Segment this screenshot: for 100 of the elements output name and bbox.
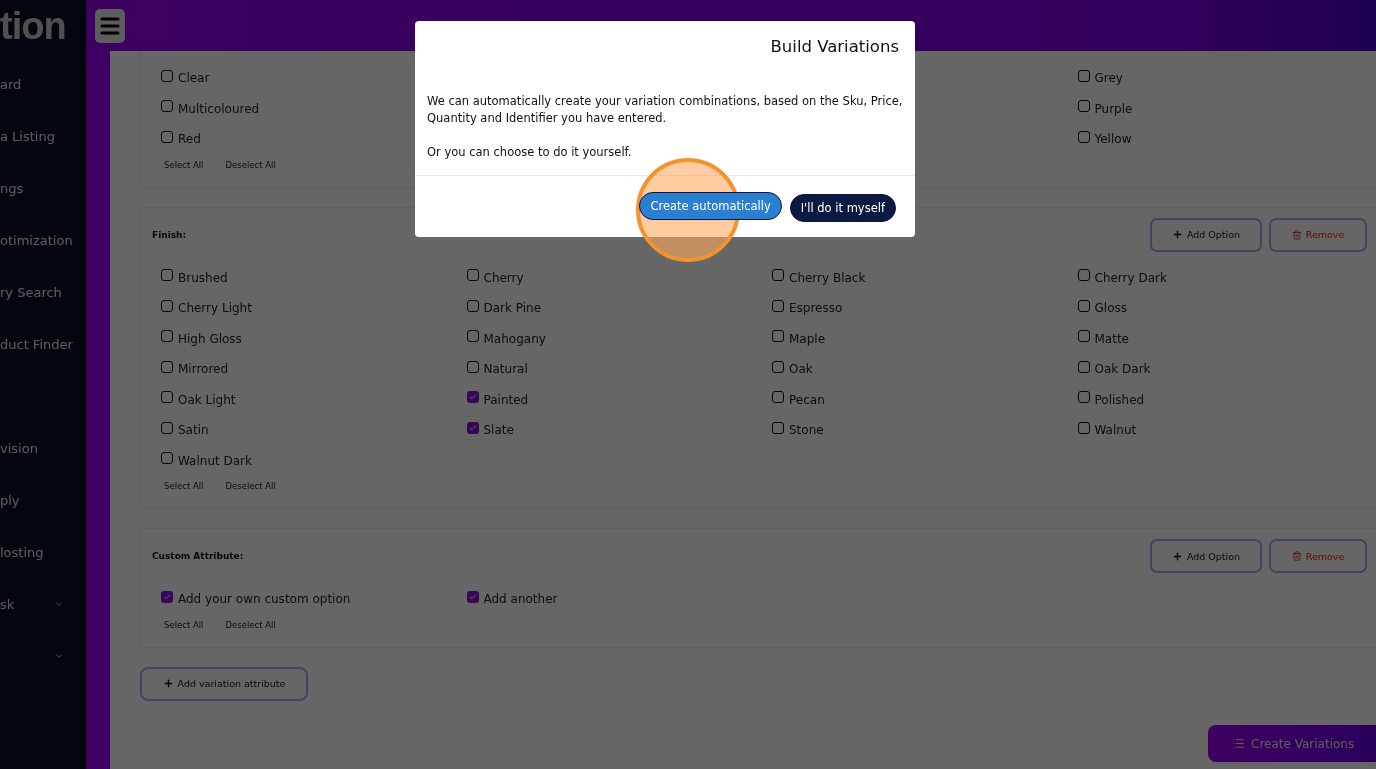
checkbox[interactable] (772, 360, 784, 373)
option-label: Cherry Black (789, 270, 866, 285)
checkbox[interactable] (161, 299, 173, 312)
sidebar-item[interactable]: ply (0, 492, 20, 508)
checkbox[interactable] (161, 100, 173, 113)
checkbox[interactable] (466, 590, 479, 603)
dialog-text: We can automatically create your variation combinations, based on the Sku, Price, Quantity and Identifier you have entered. (427, 93, 903, 127)
checkbox[interactable] (161, 421, 173, 434)
checkbox[interactable] (1077, 100, 1090, 113)
attribute-title: Custom Attribute: (152, 551, 244, 561)
sidebar-item[interactable]: sk (0, 596, 15, 612)
checkbox[interactable] (1077, 330, 1090, 343)
checkbox[interactable] (161, 452, 173, 465)
checkbox[interactable] (161, 269, 173, 282)
dialog-title: Build Variations (769, 36, 900, 58)
option-label: Grey (1094, 71, 1123, 86)
trash-icon (1291, 551, 1302, 561)
option-label: Maple (789, 331, 826, 346)
checkbox[interactable] (772, 299, 784, 312)
checkbox[interactable] (466, 391, 479, 404)
checkbox[interactable] (1077, 69, 1090, 82)
checkbox[interactable] (466, 299, 479, 312)
sidebar-item[interactable]: ard (0, 76, 22, 92)
add-option-button[interactable]: Add Option (1150, 539, 1262, 573)
plus-icon (162, 678, 174, 689)
deselect-all-link[interactable]: Deselect All (225, 619, 276, 630)
option-label: Polished (1094, 392, 1145, 407)
checkbox[interactable] (466, 360, 479, 373)
option-label: Red (178, 132, 201, 147)
option-label: Oak (789, 362, 813, 377)
dialog-text: Or you can choose to do it yourself. (427, 144, 633, 161)
list-icon (1232, 737, 1245, 750)
checkbox[interactable] (1077, 269, 1090, 282)
checkbox[interactable] (161, 69, 173, 82)
option-label: Walnut (1094, 423, 1137, 438)
option-label: Brushed (178, 270, 228, 285)
option-label: Add another (483, 592, 558, 607)
dialog-button[interactable]: I'll do it myself (789, 194, 896, 222)
checkbox[interactable] (1077, 421, 1090, 434)
option-label: Gloss (1094, 301, 1127, 316)
trash-icon (1291, 229, 1302, 240)
sidebar-item[interactable]: duct Finder (0, 336, 73, 352)
option-label: Cherry (483, 270, 524, 285)
sidebar-item[interactable]: a Listing (0, 128, 55, 144)
checkbox[interactable] (1077, 360, 1090, 373)
checkbox[interactable] (466, 330, 479, 343)
checkbox[interactable] (772, 330, 784, 343)
remove-button[interactable]: Remove (1269, 217, 1367, 252)
checkbox[interactable] (1077, 130, 1090, 143)
checkbox[interactable] (161, 130, 173, 143)
option-label: Stone (789, 423, 824, 438)
option-label: Pecan (789, 392, 825, 407)
menu-button[interactable] (95, 8, 125, 43)
option-label: Multicoloured (178, 101, 260, 116)
checkbox[interactable] (1077, 391, 1090, 404)
check-icon (468, 423, 477, 432)
checkbox[interactable] (772, 269, 784, 282)
deselect-all-link[interactable]: Deselect All (225, 159, 276, 170)
deselect-all-link[interactable]: Deselect All (225, 481, 276, 491)
create-variations-button[interactable]: Create Variations (1208, 725, 1376, 762)
checkbox[interactable] (466, 269, 479, 282)
select-all-link[interactable]: Select All (164, 159, 204, 170)
option-label: Walnut Dark (178, 453, 252, 468)
add-option-button[interactable]: Add Option (1150, 217, 1262, 252)
checkbox[interactable] (772, 421, 784, 434)
option-label: Purple (1094, 101, 1133, 116)
option-label: Slate (483, 423, 514, 438)
sidebar-item[interactable]: vision (0, 440, 38, 456)
checkbox[interactable] (1077, 299, 1090, 312)
plus-icon (1171, 550, 1183, 562)
option-label: Yellow (1094, 132, 1132, 147)
remove-button[interactable]: Remove (1269, 539, 1367, 573)
add-variation-attribute-button[interactable]: Add variation attribute (140, 666, 308, 701)
plus-icon (1171, 229, 1183, 240)
sidebar-item[interactable]: losting (0, 544, 44, 560)
option-label: Mirrored (178, 362, 229, 377)
logo: tion (0, 4, 66, 49)
check-icon (468, 393, 477, 402)
option-label: High Gloss (178, 331, 242, 346)
option-label: Matte (1094, 331, 1129, 346)
sidebar-item[interactable]: ry Search (0, 284, 62, 300)
checkbox[interactable] (161, 330, 173, 343)
checkbox[interactable] (161, 391, 173, 404)
option-label: Satin (178, 423, 209, 438)
sidebar-item[interactable]: ngs (0, 180, 24, 196)
option-label: Oak Light (178, 392, 236, 407)
sidebar-item[interactable]: otimization (0, 232, 73, 248)
option-label: Mahogany (483, 331, 546, 346)
select-all-link[interactable]: Select All (164, 619, 204, 630)
option-label: Espresso (789, 301, 843, 316)
checkbox[interactable] (466, 421, 479, 434)
select-all-link[interactable]: Select All (164, 481, 204, 491)
option-label: Cherry Dark (1094, 270, 1167, 285)
option-label: Natural (483, 362, 528, 377)
option-label: Dark Pine (483, 301, 542, 316)
dialog-button[interactable]: Create automatically (639, 192, 782, 220)
option-label: Cherry Light (178, 301, 252, 316)
checkbox[interactable] (161, 590, 173, 603)
checkbox[interactable] (161, 360, 173, 373)
checkbox[interactable] (772, 391, 784, 404)
